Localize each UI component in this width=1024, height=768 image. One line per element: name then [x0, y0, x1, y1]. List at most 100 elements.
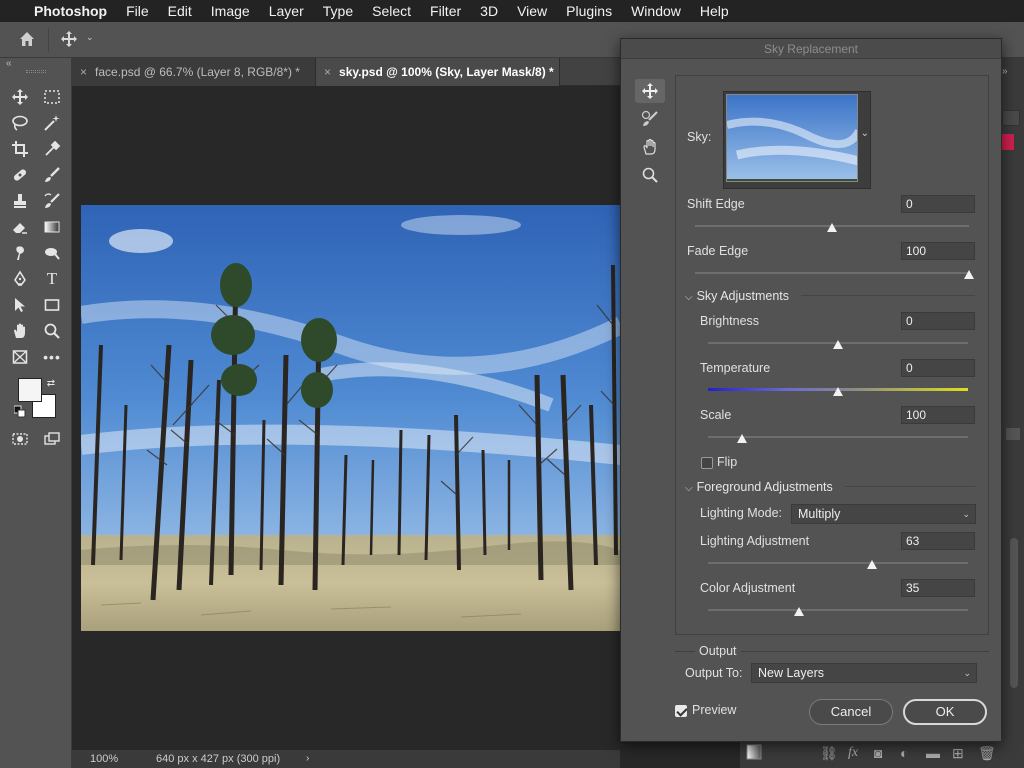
lighting-mode-select[interactable]: Multiply ⌄: [791, 504, 976, 524]
cancel-button[interactable]: Cancel: [809, 699, 893, 725]
document-image[interactable]: [81, 205, 621, 631]
shift-edge-thumb[interactable]: [827, 223, 837, 232]
menu-help[interactable]: Help: [700, 3, 729, 19]
flip-label: Flip: [717, 455, 738, 469]
zoom-tool-icon[interactable]: [635, 163, 665, 187]
menu-edit[interactable]: Edit: [168, 3, 192, 19]
menu-window[interactable]: Window: [631, 3, 681, 19]
tab-face-psd[interactable]: × face.psd @ 66.7% (Layer 8, RGB/8*) *: [72, 58, 316, 86]
brightness-input[interactable]: 0: [901, 312, 975, 330]
menu-plugins[interactable]: Plugins: [566, 3, 612, 19]
fade-edge-slider[interactable]: [695, 272, 969, 274]
zoom-level[interactable]: 100%: [90, 753, 118, 765]
delete-layer-icon[interactable]: 🗑: [978, 745, 996, 762]
add-mask-icon[interactable]: ◙: [874, 745, 882, 761]
path-selection-icon[interactable]: [8, 294, 32, 316]
temperature-input[interactable]: 0: [901, 359, 975, 377]
layers-scrollbar[interactable]: [1010, 538, 1018, 688]
swap-colors-icon[interactable]: ⇄: [44, 376, 58, 390]
quick-mask-icon[interactable]: [8, 428, 32, 450]
dodge-tool-icon[interactable]: [40, 242, 64, 264]
new-group-icon[interactable]: ▬: [926, 745, 940, 761]
frame-tool-icon[interactable]: [8, 346, 32, 368]
panel-scroll-handle[interactable]: [1006, 428, 1020, 440]
menu-layer[interactable]: Layer: [269, 3, 304, 19]
brush-tool-icon[interactable]: [40, 164, 64, 186]
chevron-down-icon[interactable]: ⌄: [861, 128, 869, 139]
move-tool-icon[interactable]: [8, 86, 32, 108]
lighting-adjustment-slider[interactable]: [708, 562, 968, 564]
layer-thumbnail-icon[interactable]: [746, 744, 762, 763]
panel-grip[interactable]: [26, 70, 46, 73]
sky-adjustments-header[interactable]: ⌵ Sky Adjustments: [685, 289, 789, 303]
foreground-color-swatch[interactable]: [18, 378, 42, 402]
chevron-right-icon[interactable]: ›: [306, 753, 309, 764]
stamp-tool-icon[interactable]: [8, 190, 32, 212]
magic-wand-icon[interactable]: [40, 112, 64, 134]
scale-slider[interactable]: [708, 436, 968, 438]
gradient-tool-icon[interactable]: [40, 216, 64, 238]
default-colors-icon[interactable]: [14, 405, 26, 418]
dialog-title[interactable]: Sky Replacement: [621, 39, 1001, 59]
new-layer-icon[interactable]: ⊞: [952, 745, 964, 762]
home-icon[interactable]: [18, 30, 36, 53]
sky-brush-icon[interactable]: [635, 107, 665, 131]
menu-filter[interactable]: Filter: [430, 3, 461, 19]
close-tab-icon[interactable]: ×: [80, 65, 87, 79]
layer-effects-icon[interactable]: fx: [848, 745, 858, 761]
preview-checkbox[interactable]: [675, 705, 687, 717]
rectangle-tool-icon[interactable]: [40, 294, 64, 316]
panel-field[interactable]: [1002, 110, 1020, 126]
output-to-select[interactable]: New Layers ⌄: [751, 663, 977, 683]
healing-brush-icon[interactable]: [8, 164, 32, 186]
menu-select[interactable]: Select: [372, 3, 411, 19]
sky-thumbnail[interactable]: [726, 94, 858, 182]
scale-input[interactable]: 100: [901, 406, 975, 424]
eyedropper-icon[interactable]: [40, 138, 64, 160]
menu-view[interactable]: View: [517, 3, 547, 19]
sky-move-tool-icon[interactable]: [635, 79, 665, 103]
pen-tool-icon[interactable]: [8, 268, 32, 290]
history-brush-icon[interactable]: [40, 190, 64, 212]
collapse-right-icon[interactable]: »: [1002, 66, 1008, 77]
fade-edge-thumb[interactable]: [964, 270, 974, 279]
brightness-thumb[interactable]: [833, 340, 843, 349]
menu-file[interactable]: File: [126, 3, 149, 19]
screen-mode-icon[interactable]: [40, 428, 64, 450]
type-tool-icon[interactable]: T: [40, 268, 64, 290]
crop-tool-icon[interactable]: [8, 138, 32, 160]
scale-thumb[interactable]: [736, 434, 747, 443]
sky-preset-picker[interactable]: ⌄: [723, 91, 871, 189]
marquee-tool-icon[interactable]: [40, 86, 64, 108]
color-adjustment-thumb[interactable]: [794, 607, 804, 616]
hand-tool-icon[interactable]: [635, 135, 665, 159]
menu-3d[interactable]: 3D: [480, 3, 498, 19]
ok-button[interactable]: OK: [903, 699, 987, 725]
lasso-tool-icon[interactable]: [8, 112, 32, 134]
color-adjustment-input[interactable]: 35: [901, 579, 975, 597]
tab-sky-psd[interactable]: × sky.psd @ 100% (Sky, Layer Mask/8) *: [316, 58, 560, 86]
lighting-adjustment-thumb[interactable]: [866, 560, 877, 569]
fade-edge-input[interactable]: 100: [901, 242, 975, 260]
move-tool-preset-icon[interactable]: [60, 30, 78, 53]
color-adjustment-slider[interactable]: [708, 609, 968, 611]
lighting-adjustment-input[interactable]: 63: [901, 532, 975, 550]
hand-tool-icon[interactable]: [8, 320, 32, 342]
smudge-tool-icon[interactable]: [8, 242, 32, 264]
close-tab-icon[interactable]: ×: [324, 65, 331, 79]
zoom-tool-icon[interactable]: [40, 320, 64, 342]
preview-label: Preview: [692, 703, 737, 717]
menu-image[interactable]: Image: [211, 3, 250, 19]
shift-edge-input[interactable]: 0: [901, 195, 975, 213]
eraser-tool-icon[interactable]: [8, 216, 32, 238]
temperature-thumb[interactable]: [833, 387, 843, 396]
foreground-adjustments-header[interactable]: ⌵ Foreground Adjustments: [685, 480, 833, 494]
menu-type[interactable]: Type: [323, 3, 353, 19]
more-tools-icon[interactable]: •••: [40, 346, 64, 368]
link-layers-icon[interactable]: ⛓: [820, 745, 838, 762]
menu-app-name[interactable]: Photoshop: [34, 3, 107, 19]
collapse-panel-icon[interactable]: «: [6, 58, 12, 69]
chevron-down-icon[interactable]: ⌄: [86, 32, 94, 43]
adjustment-layer-icon[interactable]: ◐: [900, 745, 908, 761]
flip-checkbox[interactable]: [701, 457, 713, 469]
